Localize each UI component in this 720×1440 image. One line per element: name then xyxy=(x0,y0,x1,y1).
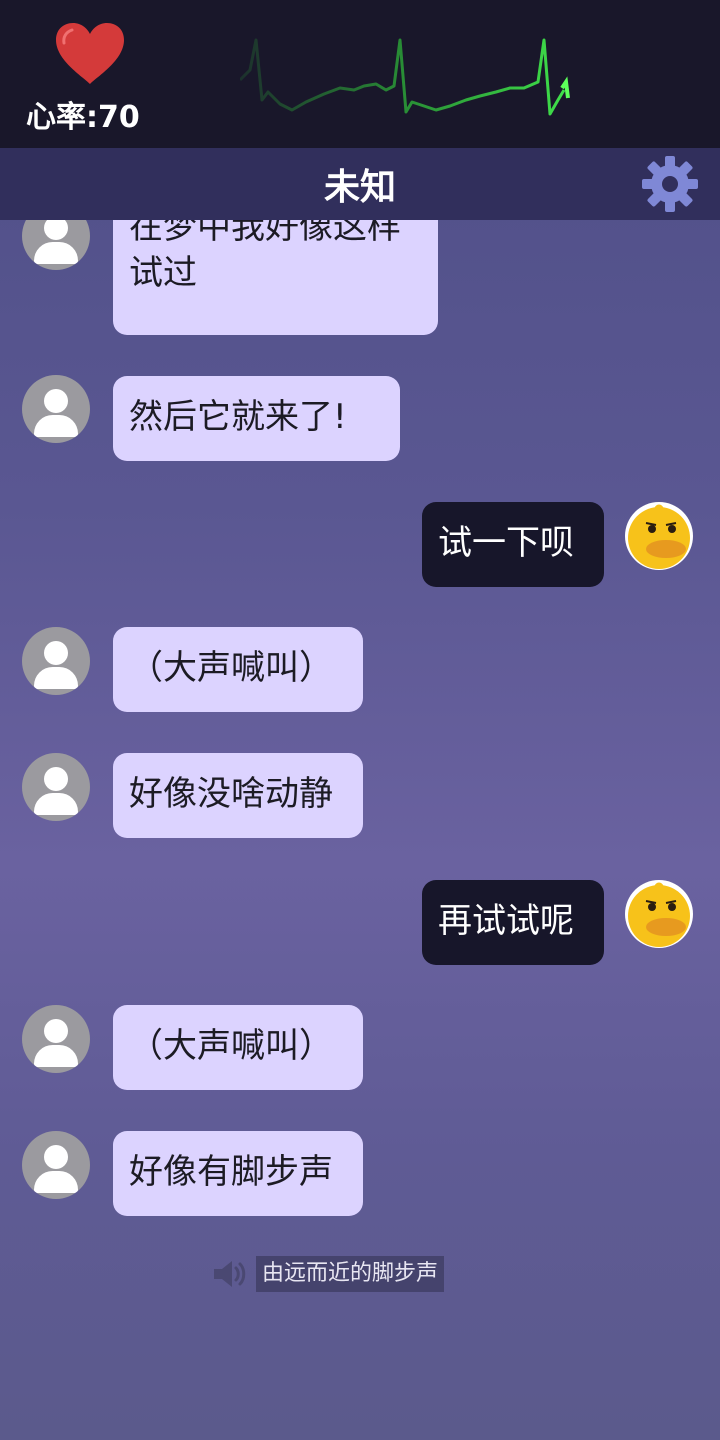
gear-icon[interactable] xyxy=(640,154,700,214)
sound-effect-text: 由远而近的脚步声 xyxy=(256,1256,445,1292)
npc-avatar xyxy=(22,1131,90,1199)
npc-avatar xyxy=(22,375,90,443)
npc-message-bubble: 好像有脚步声 xyxy=(113,1131,363,1216)
npc-avatar xyxy=(22,220,90,270)
npc-avatar xyxy=(22,627,90,695)
player-message-bubble: 试一下呗 xyxy=(422,502,604,587)
npc-avatar xyxy=(22,753,90,821)
npc-message-bubble: 在梦中我好像这样 试过 xyxy=(113,220,438,335)
npc-message-bubble: （大声喊叫） xyxy=(113,627,363,712)
title-bar: 未知 xyxy=(0,148,720,220)
npc-message-bubble: （大声喊叫） xyxy=(113,1005,363,1090)
heart-rate-hud: 心率:70 xyxy=(0,0,720,148)
sound-effect-caption: 由远而近的脚步声 xyxy=(210,1256,445,1292)
contact-name: 未知 xyxy=(323,167,396,208)
chat-area[interactable]: 在梦中我好像这样 试过 然后它就来了! 试一下呗 （大声喊叫） 好像没啥动静 再… xyxy=(0,220,720,1440)
npc-message-bubble: 好像没啥动静 xyxy=(113,753,363,838)
duck-avatar xyxy=(624,501,694,571)
player-message-bubble: 再试试呢 xyxy=(422,880,604,965)
duck-avatar xyxy=(624,879,694,949)
speaker-icon xyxy=(214,1261,246,1287)
npc-message-bubble: 然后它就来了! xyxy=(113,376,400,461)
message-text-line: 在梦中我好像这样 xyxy=(129,220,401,247)
npc-avatar xyxy=(22,1005,90,1073)
heart-rate-label: 心率:70 xyxy=(26,100,140,135)
message-text-line: 试过 xyxy=(129,253,197,293)
heart-icon xyxy=(52,20,128,86)
ecg-line xyxy=(240,38,570,116)
